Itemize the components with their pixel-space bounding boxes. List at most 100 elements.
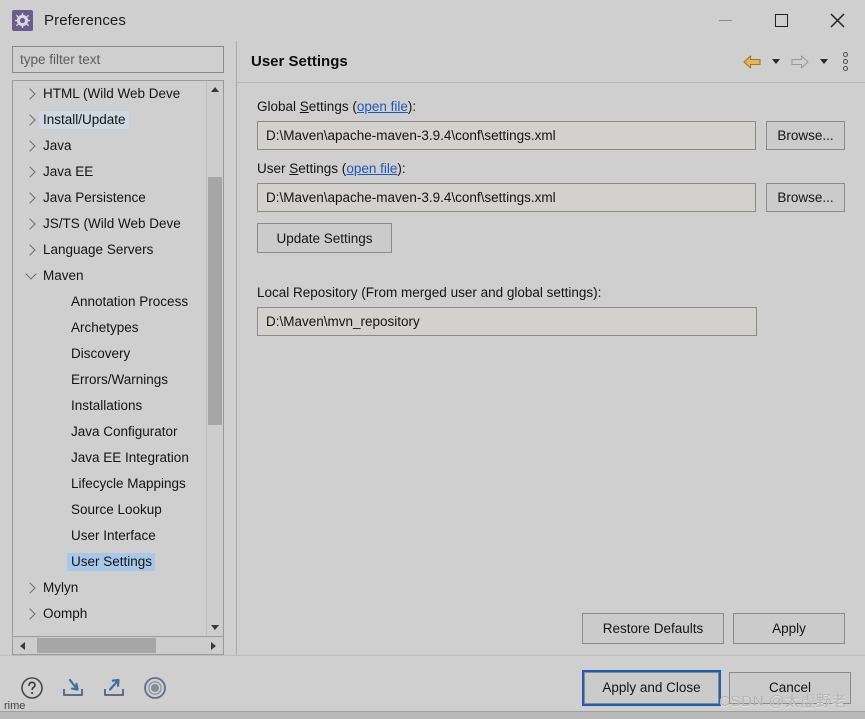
target-button[interactable] [141, 674, 169, 702]
sidebar-item-java-configurator[interactable]: Java Configurator [13, 419, 206, 445]
sidebar-item-label: Java Configurator [71, 424, 178, 439]
forward-button[interactable] [787, 49, 813, 75]
sidebar-item-oomph[interactable]: Oomph [13, 601, 206, 627]
expand-toggle[interactable] [22, 114, 39, 126]
user-settings-label-suffix: ): [397, 161, 406, 176]
export-button[interactable] [100, 674, 128, 702]
sidebar-item-label: Java EE [43, 164, 94, 179]
expand-toggle[interactable] [22, 268, 39, 282]
target-icon [144, 676, 166, 699]
sidebar-item-user-interface[interactable]: User Interface [13, 523, 206, 549]
sidebar-item-label: Java EE Integration [71, 450, 189, 465]
apply-and-close-button[interactable]: Apply and Close [582, 669, 721, 706]
sidebar-item-mylyn[interactable]: Mylyn [13, 575, 206, 601]
scroll-up-button[interactable] [207, 81, 223, 98]
expand-toggle[interactable] [22, 166, 39, 178]
scroll-left-button[interactable] [13, 637, 32, 654]
sidebar-item-installations[interactable]: Installations [13, 393, 206, 419]
horizontal-scroll-thumb[interactable] [37, 638, 156, 653]
sidebar-item-java-persistence[interactable]: Java Persistence [13, 185, 206, 211]
vertical-dots-icon [842, 66, 848, 71]
sidebar-item-java-ee[interactable]: Java EE [13, 159, 206, 185]
sidebar-item-errors-warnings[interactable]: Errors/Warnings [13, 367, 206, 393]
expand-toggle[interactable] [22, 608, 39, 620]
sidebar-item-label: JS/TS (Wild Web Deve [43, 216, 181, 231]
user-settings-open-file-link[interactable]: open file [346, 161, 397, 176]
sidebar-item-source-lookup[interactable]: Source Lookup [13, 497, 206, 523]
minimize-button[interactable] [697, 0, 753, 41]
forward-history-dropdown[interactable] [816, 49, 832, 75]
sidebar-item-label: Errors/Warnings [71, 372, 169, 387]
bottom-icon-group [18, 674, 169, 702]
global-settings-label-suffix: ): [407, 99, 417, 114]
page-menu-button[interactable] [835, 49, 855, 75]
sidebar-item-label: Archetypes [71, 320, 139, 335]
global-settings-browse-button[interactable]: Browse... [766, 121, 845, 150]
user-settings-browse-button[interactable]: Browse... [766, 183, 845, 212]
apply-button[interactable]: Apply [733, 613, 845, 644]
title-bar: Preferences [0, 0, 865, 41]
sidebar-item-js-ts-wild-web-deve[interactable]: JS/TS (Wild Web Deve [13, 211, 206, 237]
chevron-right-icon [23, 166, 36, 178]
expand-toggle[interactable] [22, 140, 39, 152]
global-settings-label-prefix: Global [257, 99, 300, 114]
import-icon [63, 678, 83, 696]
back-button[interactable] [739, 49, 765, 75]
maximize-button[interactable] [753, 0, 809, 41]
scroll-down-button[interactable] [207, 619, 223, 636]
expand-toggle[interactable] [22, 192, 39, 204]
gear-icon [12, 10, 33, 31]
expand-toggle[interactable] [22, 582, 39, 594]
user-settings-input[interactable]: D:\Maven\apache-maven-3.9.4\conf\setting… [257, 183, 756, 212]
update-settings-button[interactable]: Update Settings [257, 223, 392, 253]
cancel-button[interactable]: Cancel [729, 671, 851, 704]
vertical-dots-icon [842, 52, 848, 57]
sidebar-item-java-ee-integration[interactable]: Java EE Integration [13, 445, 206, 471]
tree-horizontal-scrollbar[interactable] [12, 636, 224, 655]
global-settings-mnemonic: S [299, 99, 309, 114]
maximize-icon [774, 14, 788, 27]
sidebar-item-label: Install/Update [39, 111, 129, 129]
help-button[interactable] [18, 674, 46, 702]
sidebar-item-label: User Settings [67, 553, 156, 571]
local-repository-label: Local Repository (From merged user and g… [257, 285, 602, 300]
window-title: Preferences [44, 12, 126, 29]
global-settings-input[interactable]: D:\Maven\apache-maven-3.9.4\conf\setting… [257, 121, 756, 150]
global-settings-label-rest: ettings ( [308, 99, 357, 114]
chevron-right-icon [23, 140, 36, 152]
restore-defaults-button[interactable]: Restore Defaults [582, 613, 724, 644]
filter-input[interactable]: type filter text [12, 46, 224, 73]
sidebar-item-annotation-process[interactable]: Annotation Process [13, 289, 206, 315]
sidebar-item-html-wild-web-deve[interactable]: HTML (Wild Web Deve [13, 81, 206, 107]
chevron-right-icon [23, 114, 36, 126]
vertical-scroll-thumb[interactable] [208, 177, 222, 425]
expand-toggle[interactable] [22, 218, 39, 230]
sidebar-item-java[interactable]: Java [13, 133, 206, 159]
chevron-down-icon [24, 268, 37, 280]
global-settings-label: Global Settings (open file): [257, 99, 845, 114]
user-settings-label-rest: ettings ( [298, 161, 347, 176]
expand-toggle[interactable] [22, 88, 39, 100]
back-history-dropdown[interactable] [768, 49, 784, 75]
page-body: Global Settings (open file): D:\Maven\ap… [237, 83, 865, 613]
sidebar-item-label: HTML (Wild Web Deve [43, 86, 181, 101]
filter-placeholder: type filter text [20, 52, 101, 67]
sidebar-item-maven[interactable]: Maven [13, 263, 206, 289]
export-icon [104, 678, 124, 696]
chevron-right-icon [23, 244, 36, 256]
sidebar-item-install-update[interactable]: Install/Update [13, 107, 206, 133]
sidebar-item-archetypes[interactable]: Archetypes [13, 315, 206, 341]
sidebar-item-language-servers[interactable]: Language Servers [13, 237, 206, 263]
close-button[interactable] [809, 0, 865, 41]
import-button[interactable] [59, 674, 87, 702]
global-settings-open-file-link[interactable]: open file [357, 99, 408, 114]
chevron-right-icon [23, 582, 36, 594]
tree-vertical-scrollbar[interactable] [206, 81, 223, 636]
sidebar-item-user-settings[interactable]: User Settings [13, 549, 206, 575]
sidebar-item-label: Java Persistence [43, 190, 146, 205]
scroll-right-button[interactable] [204, 637, 223, 654]
expand-toggle[interactable] [22, 244, 39, 256]
sidebar-item-lifecycle-mappings[interactable]: Lifecycle Mappings [13, 471, 206, 497]
sidebar-item-discovery[interactable]: Discovery [13, 341, 206, 367]
